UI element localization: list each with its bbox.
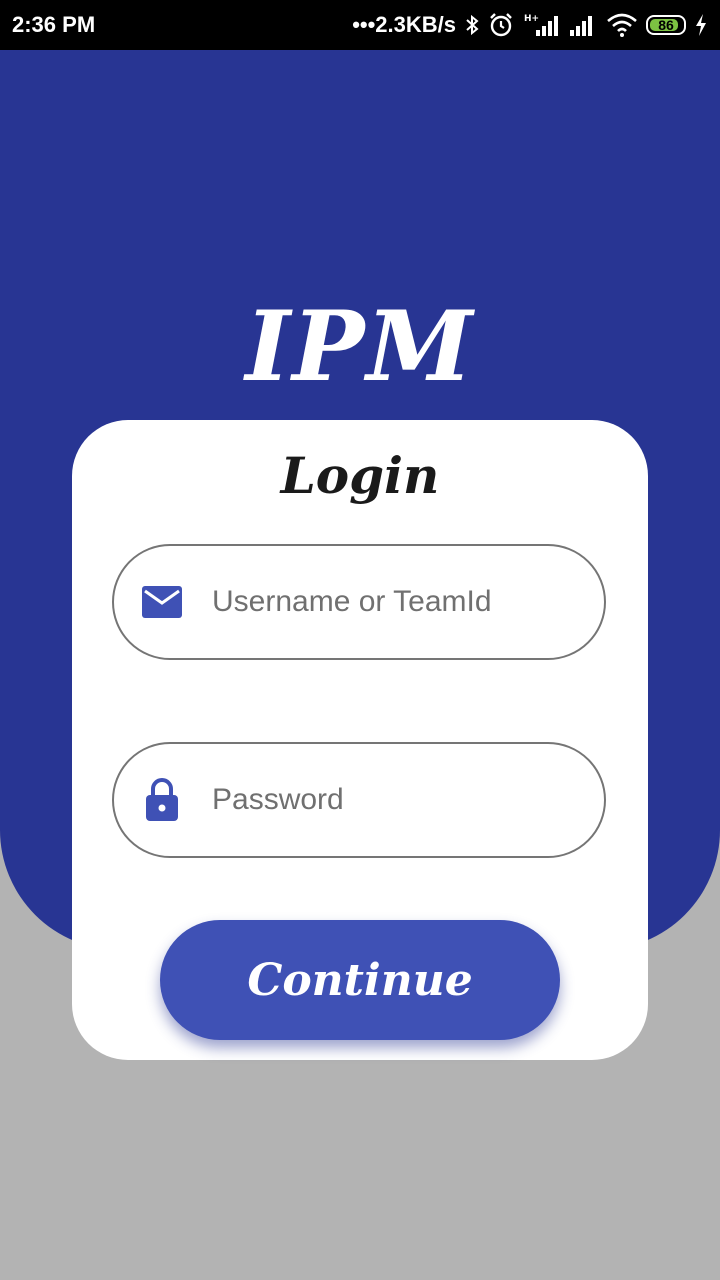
username-field[interactable] bbox=[112, 544, 606, 660]
svg-text:H+: H+ bbox=[524, 14, 539, 24]
continue-button[interactable]: Continue bbox=[160, 920, 560, 1040]
login-title: Login bbox=[280, 446, 440, 505]
password-field[interactable] bbox=[112, 742, 606, 858]
network-speed: •••2.3KB/s bbox=[352, 12, 456, 37]
bluetooth-icon bbox=[464, 13, 480, 37]
login-screen: 2:36 PM •••2.3KB/s H+ 86 IPM Login Usern… bbox=[0, 0, 720, 1280]
alarm-icon bbox=[488, 12, 514, 38]
battery-icon: 86 bbox=[646, 15, 686, 35]
status-time: 2:36 PM bbox=[12, 12, 96, 37]
signal-icon bbox=[568, 12, 598, 38]
battery-level: 86 bbox=[658, 17, 674, 33]
signal-hplus-icon: H+ bbox=[522, 12, 560, 38]
status-icons: •••2.3KB/s H+ 86 bbox=[352, 12, 708, 38]
status-bar: 2:36 PM •••2.3KB/s H+ 86 bbox=[0, 0, 720, 50]
username-input[interactable] bbox=[212, 585, 572, 619]
app-title: IPM bbox=[245, 290, 475, 403]
password-input[interactable] bbox=[212, 783, 572, 817]
mail-icon bbox=[140, 580, 184, 624]
charging-icon bbox=[694, 13, 708, 37]
wifi-icon bbox=[606, 12, 638, 38]
login-card: Login Continue bbox=[72, 420, 648, 1060]
lock-icon bbox=[140, 778, 184, 822]
